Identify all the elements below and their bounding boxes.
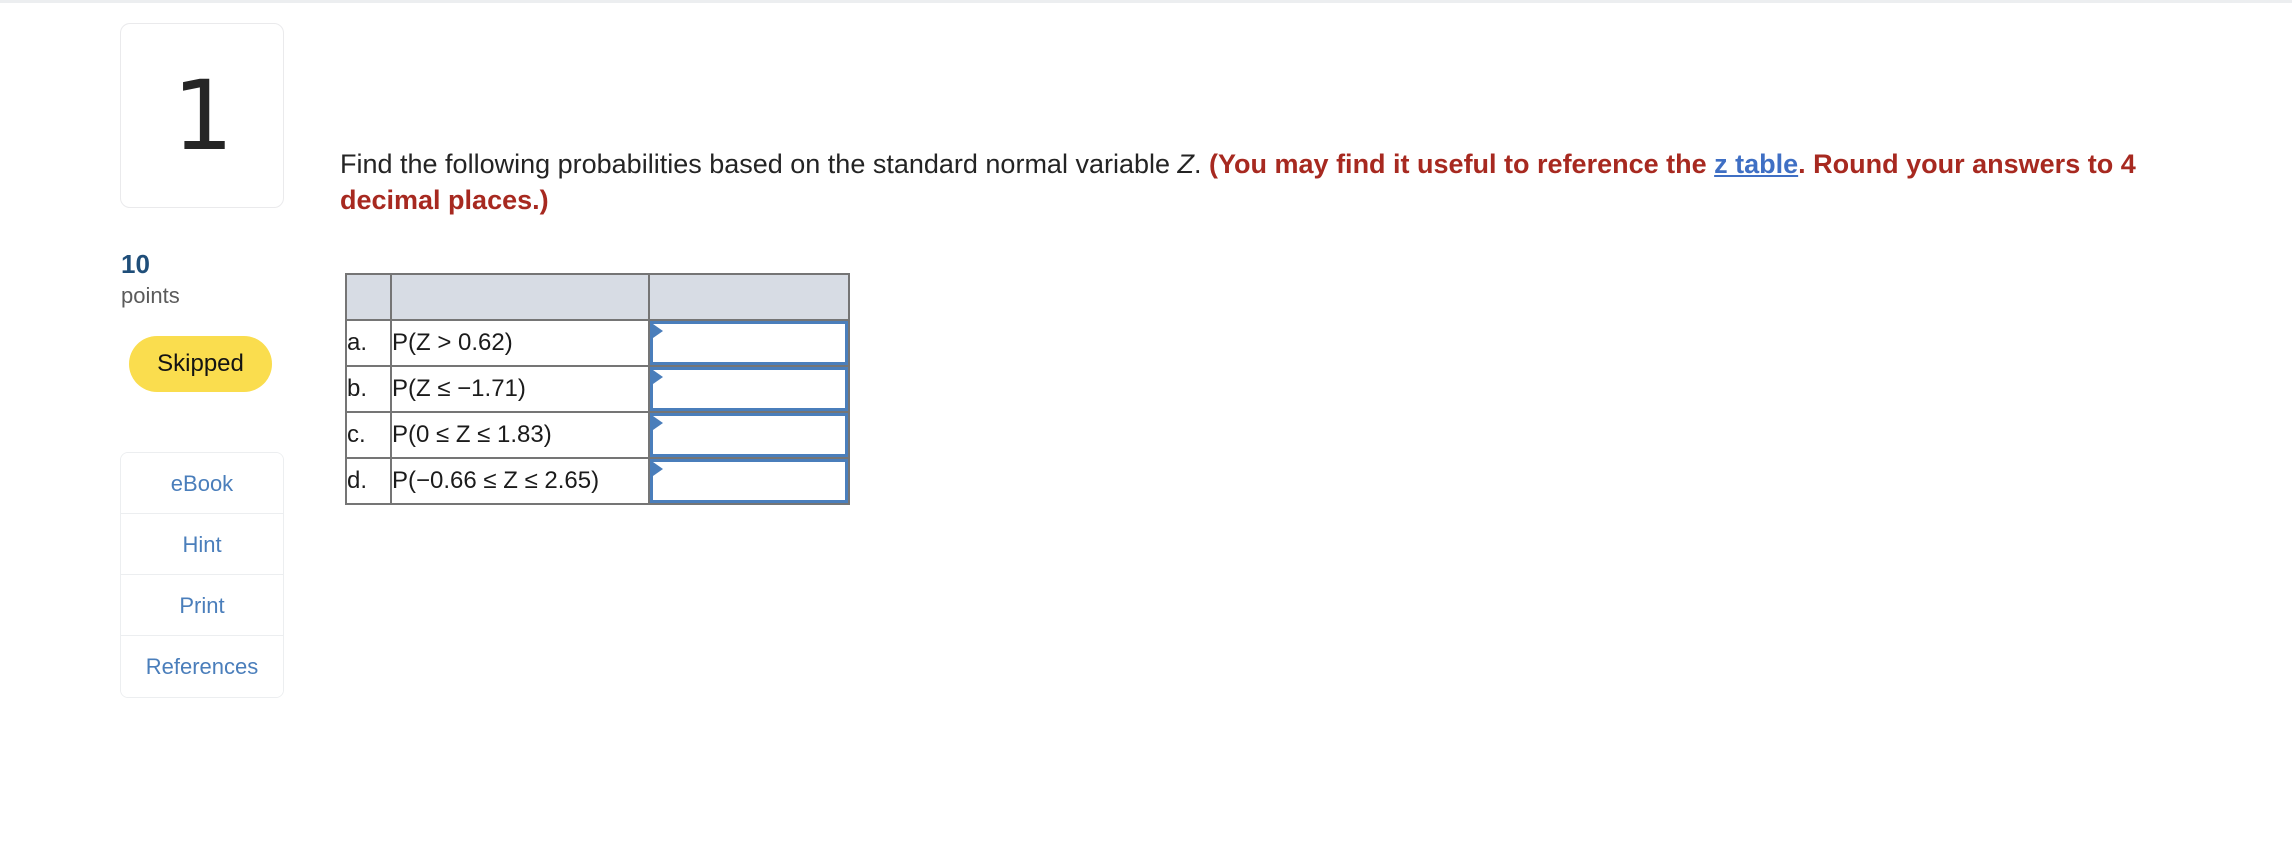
row-expression-b: P(Z ≤ −1.71): [390, 365, 650, 413]
answer-input-a[interactable]: [650, 321, 848, 365]
question-number: 1: [172, 59, 233, 172]
header-cell-letter: [345, 273, 392, 321]
ebook-button[interactable]: eBook: [121, 453, 283, 515]
answer-input-d[interactable]: [650, 459, 848, 503]
answer-input-b[interactable]: [650, 367, 848, 411]
row-letter-a: a.: [345, 319, 392, 367]
header-cell-expression: [390, 273, 650, 321]
z-table-link[interactable]: z table: [1714, 149, 1798, 179]
answer-cell-b: [648, 365, 850, 413]
top-divider: [0, 0, 2292, 3]
answer-input-c[interactable]: [650, 413, 848, 457]
references-button[interactable]: References: [121, 636, 283, 698]
table-row: b. P(Z ≤ −1.71): [345, 365, 850, 413]
prompt-hint-part1: (You may find it useful to reference the: [1209, 149, 1715, 179]
header-cell-answer: [648, 273, 850, 321]
points-label: points: [121, 282, 180, 308]
answer-cell-d: [648, 457, 850, 505]
table-row: d. P(−0.66 ≤ Z ≤ 2.65): [345, 457, 850, 505]
points-value: 10: [121, 249, 150, 279]
hint-button[interactable]: Hint: [121, 514, 283, 576]
prompt-lead-text: Find the following probabilities based o…: [340, 149, 1178, 179]
row-letter-d: d.: [345, 457, 392, 505]
question-prompt: Find the following probabilities based o…: [340, 146, 2220, 218]
question-sidebar: 1 10 points Skipped eBook Hint Print Ref…: [120, 23, 284, 699]
answer-table: a. P(Z > 0.62) b. P(Z ≤ −1.71) c. P(0 ≤ …: [345, 273, 850, 505]
row-letter-c: c.: [345, 411, 392, 459]
row-expression-c: P(0 ≤ Z ≤ 1.83): [390, 411, 650, 459]
tool-button-group: eBook Hint Print References: [120, 452, 284, 699]
table-header-row: [345, 273, 850, 321]
print-button[interactable]: Print: [121, 575, 283, 637]
table-row: a. P(Z > 0.62): [345, 319, 850, 367]
status-badge[interactable]: Skipped: [129, 336, 272, 393]
answer-cell-c: [648, 411, 850, 459]
prompt-variable: Z: [1177, 149, 1195, 179]
question-number-card: 1: [120, 23, 284, 208]
row-letter-b: b.: [345, 365, 392, 413]
points-block: 10 points: [120, 249, 284, 310]
answer-cell-a: [648, 319, 850, 367]
row-expression-a: P(Z > 0.62): [390, 319, 650, 367]
prompt-period: .: [1194, 149, 1202, 179]
question-content: Find the following probabilities based o…: [340, 146, 2220, 505]
row-expression-d: P(−0.66 ≤ Z ≤ 2.65): [390, 457, 650, 505]
table-row: c. P(0 ≤ Z ≤ 1.83): [345, 411, 850, 459]
